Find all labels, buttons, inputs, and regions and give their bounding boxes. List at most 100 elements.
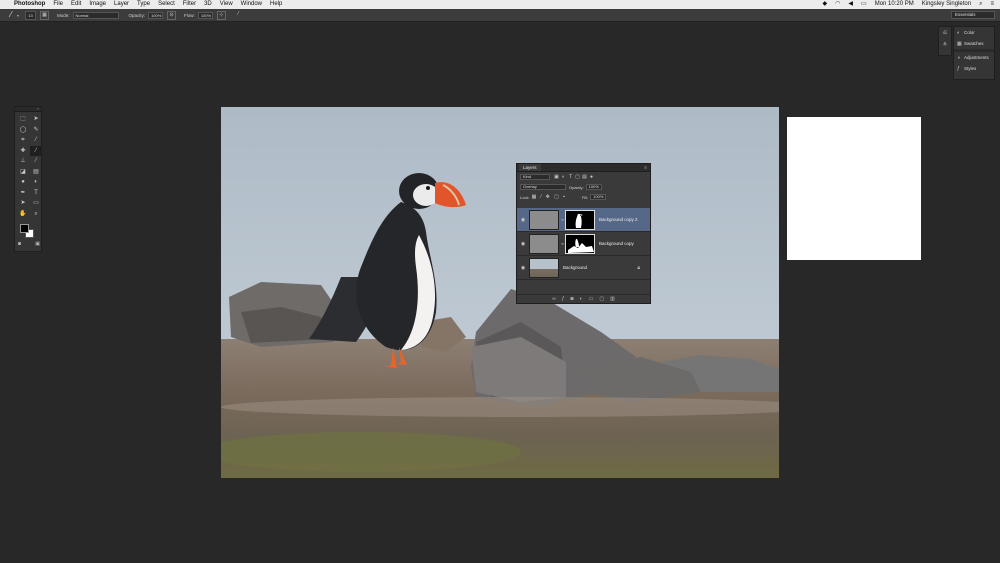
marquee-tool-icon[interactable]: ⬚ — [17, 114, 29, 125]
new-group-icon[interactable]: ▭ — [589, 296, 594, 302]
gradient-tool-icon[interactable]: ▤ — [30, 167, 42, 178]
brush-panel-icon[interactable]: ▦ — [40, 10, 50, 20]
lock-all-icon[interactable]: ▪ — [563, 194, 565, 200]
layer-row-background-copy-2[interactable]: ◉ ∞ Background copy 2 — [517, 208, 650, 232]
layer-row-background-copy[interactable]: ◉ ∞ Background copy — [517, 232, 650, 256]
panel-styles[interactable]: ƒ Styles — [954, 63, 994, 74]
volume-icon[interactable]: ◀ — [848, 0, 853, 9]
properties-icon[interactable]: ≚ — [939, 39, 951, 51]
dropbox-icon[interactable]: ◆ — [823, 0, 828, 9]
wifi-icon[interactable]: ◠ — [835, 0, 840, 9]
link-layers-icon[interactable]: ∞ — [552, 296, 556, 302]
hand-tool-icon[interactable]: ✋ — [17, 209, 29, 220]
menu-help[interactable]: Help — [270, 0, 282, 9]
menu-3d[interactable]: 3D — [204, 0, 212, 9]
clock[interactable]: Mon 10:20 PM — [875, 0, 914, 9]
crop-tool-icon[interactable]: ⌗ — [17, 135, 29, 146]
filter-kind-select[interactable]: Kind — [520, 174, 550, 180]
clone-stamp-tool-icon[interactable]: ⊥ — [17, 156, 29, 167]
shape-tool-icon[interactable]: ▭ — [30, 198, 42, 209]
screen-mode-icon[interactable]: ▣ — [35, 241, 40, 247]
quick-mask-icon[interactable]: ◙ — [18, 241, 21, 247]
pressure-size-icon[interactable]: ⁄ — [234, 11, 243, 20]
path-select-tool-icon[interactable]: ➤ — [17, 198, 29, 209]
filter-shape-icon[interactable]: ▢ — [574, 174, 581, 180]
lock-position-icon[interactable]: ✥ — [546, 194, 550, 200]
healing-tool-icon[interactable]: ✚ — [17, 146, 29, 157]
menu-layer[interactable]: Layer — [114, 0, 129, 9]
brush-tool-preset-icon[interactable]: ⁄ — [5, 10, 17, 20]
opacity-input[interactable]: 100% — [148, 11, 164, 19]
menu-file[interactable]: File — [53, 0, 63, 9]
panel-menu-icon[interactable]: ≡ — [644, 165, 647, 171]
lock-artboard-icon[interactable]: ▢ — [554, 194, 559, 200]
lock-pixels-icon[interactable]: ⁄ — [541, 194, 542, 200]
notification-icon[interactable]: ≡ — [990, 0, 994, 9]
dodge-tool-icon[interactable]: ◐ — [30, 177, 42, 188]
menu-view[interactable]: View — [220, 0, 233, 9]
eyedropper-tool-icon[interactable]: ⁄ — [30, 135, 42, 146]
new-layer-icon[interactable]: ▢ — [599, 296, 604, 302]
delete-layer-icon[interactable]: ▥ — [610, 296, 615, 302]
flow-input[interactable]: 100% — [197, 11, 213, 19]
layer-name[interactable]: Background — [563, 265, 587, 270]
layer-thumbnail[interactable] — [529, 209, 559, 230]
panel-color[interactable]: ◐ Color — [954, 27, 994, 38]
history-brush-tool-icon[interactable]: ⁄ — [30, 156, 42, 167]
mode-select[interactable]: Normal — [72, 11, 119, 19]
filter-smart-object-icon[interactable]: ▤ — [581, 174, 588, 180]
move-tool-icon[interactable]: ➤ — [30, 114, 42, 125]
layer-thumbnail[interactable] — [529, 233, 559, 254]
fill-input[interactable]: 100% — [590, 194, 607, 200]
history-icon[interactable]: ⎌ — [939, 27, 951, 39]
document-canvas[interactable] — [221, 107, 779, 478]
add-mask-icon[interactable]: ◙ — [571, 296, 574, 302]
airbrush-icon[interactable]: ⊹ — [216, 10, 226, 20]
filter-pixel-icon[interactable]: ▣ — [553, 174, 560, 180]
lasso-tool-icon[interactable]: ◯ — [17, 125, 29, 136]
visibility-eye-icon[interactable]: ◉ — [517, 265, 529, 271]
type-tool-icon[interactable]: T — [30, 188, 42, 199]
layer-row-background[interactable]: ◉ Background 🔒︎ — [517, 256, 650, 280]
layer-style-icon[interactable]: ƒ — [562, 296, 565, 302]
filter-toggle-icon[interactable]: ● — [588, 174, 595, 180]
layer-name[interactable]: Background copy — [599, 241, 634, 246]
layer-thumbnail[interactable] — [529, 257, 559, 278]
layer-mask-thumbnail[interactable] — [565, 209, 595, 230]
brush-size-picker[interactable]: 13 — [25, 10, 37, 20]
workspace-select[interactable]: Essentials — [951, 11, 995, 19]
chevron-down-icon[interactable]: ▾ — [17, 13, 19, 18]
menu-type[interactable]: Type — [137, 0, 150, 9]
filter-adjustment-icon[interactable]: ◐ — [560, 174, 567, 180]
quick-select-tool-icon[interactable]: ✎ — [30, 125, 42, 136]
app-menu[interactable]: Photoshop — [14, 0, 45, 9]
foreground-color-swatch[interactable] — [20, 224, 29, 233]
adjustment-layer-icon[interactable]: ◐ — [580, 296, 583, 302]
menu-edit[interactable]: Edit — [71, 0, 81, 9]
brush-tool-icon[interactable]: ⁄ — [30, 145, 42, 156]
user-name[interactable]: Kingsley Singleton — [922, 0, 971, 9]
tab-layers[interactable]: Layers — [519, 164, 541, 171]
lock-transparency-icon[interactable]: ▦ — [532, 194, 537, 200]
pressure-opacity-icon[interactable]: ⊙ — [167, 10, 177, 20]
blank-document[interactable] — [787, 117, 921, 260]
battery-icon[interactable]: ▭ — [861, 0, 867, 9]
menu-select[interactable]: Select — [158, 0, 175, 9]
pen-tool-icon[interactable]: ✒ — [17, 188, 29, 199]
spotlight-icon[interactable]: ⌕ — [979, 0, 982, 9]
zoom-tool-icon[interactable]: ⌕ — [30, 209, 42, 220]
blend-mode-select[interactable]: Overlay — [520, 184, 566, 190]
panel-adjustments[interactable]: ◑ Adjustments — [954, 52, 994, 63]
menu-window[interactable]: Window — [241, 0, 262, 9]
menu-image[interactable]: Image — [89, 0, 106, 9]
filter-type-icon[interactable]: T — [567, 174, 574, 180]
layer-opacity-input[interactable]: 100% — [585, 184, 602, 190]
blur-tool-icon[interactable]: ● — [17, 177, 29, 188]
visibility-eye-icon[interactable]: ◉ — [517, 217, 529, 223]
visibility-eye-icon[interactable]: ◉ — [517, 241, 529, 247]
layer-name[interactable]: Background copy 2 — [599, 217, 638, 222]
panel-swatches[interactable]: ▦ Swatches — [954, 38, 994, 49]
layer-mask-thumbnail[interactable] — [565, 233, 595, 254]
menu-filter[interactable]: Filter — [183, 0, 196, 9]
eraser-tool-icon[interactable]: ◪ — [17, 167, 29, 178]
